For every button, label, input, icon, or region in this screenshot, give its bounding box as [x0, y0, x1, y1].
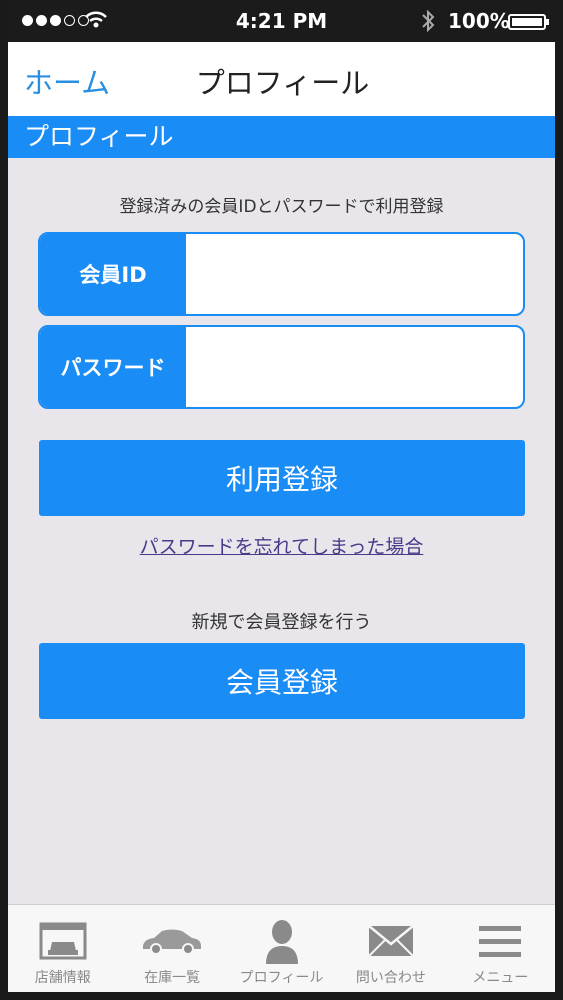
menu-icon	[478, 917, 522, 965]
login-instruction: 登録済みの会員IDとパスワードで利用登録	[119, 197, 444, 217]
forgot-password-link[interactable]: パスワードを忘れてしまった場合	[8, 532, 555, 559]
new-member-text: 新規で会員登録を行う	[191, 612, 372, 633]
member-id-input[interactable]	[186, 234, 523, 314]
tab-label: 店舗情報	[34, 970, 91, 986]
use-registration-button[interactable]: 利用登録	[39, 440, 525, 516]
car-icon	[140, 917, 204, 965]
tab-profile[interactable]: プロフィール	[227, 905, 336, 992]
battery-icon	[508, 14, 549, 30]
tab-inventory[interactable]: 在庫一覧	[117, 905, 226, 992]
tab-label: メニュー	[472, 970, 529, 986]
member-id-field: 会員ID	[38, 232, 525, 316]
tab-label: 在庫一覧	[144, 970, 201, 986]
status-bar: 4:21 PM 100%	[8, 0, 555, 42]
tab-label: 問い合わせ	[355, 970, 426, 986]
bluetooth-icon	[422, 9, 435, 33]
password-label: パスワード	[40, 327, 186, 407]
tab-store-info[interactable]: 店舗情報	[8, 905, 117, 992]
member-register-button[interactable]: 会員登録	[39, 643, 525, 719]
password-field: パスワード	[38, 325, 525, 409]
person-icon	[264, 917, 300, 965]
password-input[interactable]	[186, 327, 523, 407]
garage-icon	[38, 917, 88, 965]
section-header: プロフィール	[8, 116, 555, 158]
app-screen: 4:21 PM 100% ホーム プロフィール プロフィール 登録済みの会員ID…	[8, 0, 555, 992]
page-title: プロフィール	[195, 66, 370, 100]
battery-percent: 100%	[448, 9, 510, 33]
tab-menu[interactable]: メニュー	[446, 905, 555, 992]
member-id-label: 会員ID	[40, 234, 186, 314]
envelope-icon	[368, 917, 414, 965]
tab-contact[interactable]: 問い合わせ	[336, 905, 445, 992]
navigation-bar: ホーム プロフィール	[8, 42, 555, 116]
tab-bar: 店舗情報 在庫一覧 プロフィール 問い合わせ メニュー	[8, 904, 555, 992]
tab-label: プロフィール	[239, 970, 324, 986]
